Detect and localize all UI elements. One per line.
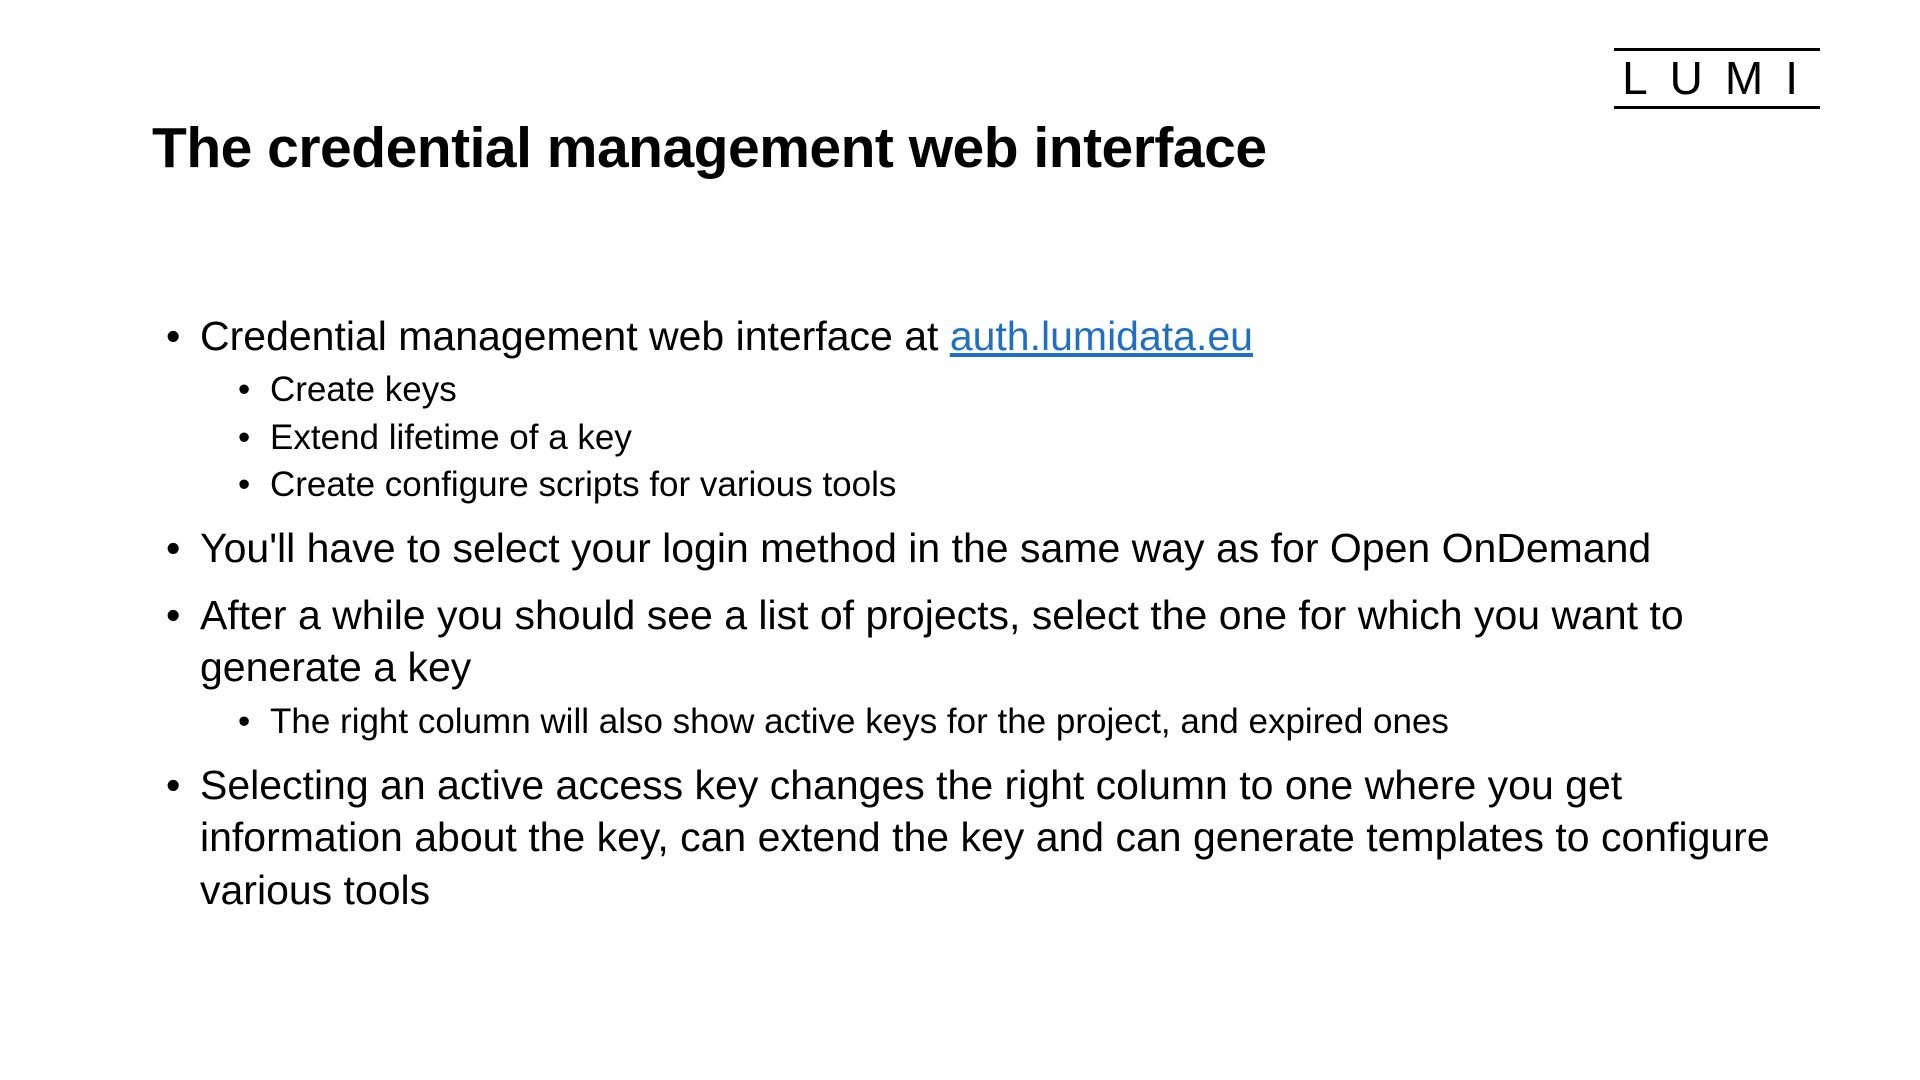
- bullet-text: After a while you should see a list of p…: [200, 592, 1684, 690]
- bullet-text: Create keys: [270, 370, 457, 409]
- lumi-logo: LUMI: [1614, 48, 1820, 109]
- slide-content: Credential management web interface at a…: [152, 310, 1772, 930]
- sub-bullet-list: The right column will also show active k…: [200, 698, 1772, 745]
- bullet-text: Selecting an active access key changes t…: [200, 762, 1770, 913]
- bullet-text: Credential management web interface at: [200, 313, 950, 359]
- bullet-text: You'll have to select your login method …: [200, 525, 1651, 571]
- bullet-list: Credential management web interface at a…: [152, 310, 1772, 916]
- list-item: Selecting an active access key changes t…: [152, 759, 1772, 916]
- list-item: The right column will also show active k…: [200, 698, 1772, 745]
- sub-bullet-list: Create keys Extend lifetime of a key Cre…: [200, 366, 1772, 508]
- list-item: Create keys: [200, 366, 1772, 413]
- list-item: Create configure scripts for various too…: [200, 461, 1772, 508]
- auth-link[interactable]: auth.lumidata.eu: [950, 313, 1253, 359]
- list-item: Credential management web interface at a…: [152, 310, 1772, 508]
- bullet-text: Create configure scripts for various too…: [270, 465, 896, 504]
- bullet-text: Extend lifetime of a key: [270, 418, 632, 457]
- bullet-text: The right column will also show active k…: [270, 702, 1449, 741]
- slide-title: The credential management web interface: [152, 115, 1267, 181]
- list-item: After a while you should see a list of p…: [152, 589, 1772, 745]
- list-item: Extend lifetime of a key: [200, 414, 1772, 461]
- list-item: You'll have to select your login method …: [152, 522, 1772, 574]
